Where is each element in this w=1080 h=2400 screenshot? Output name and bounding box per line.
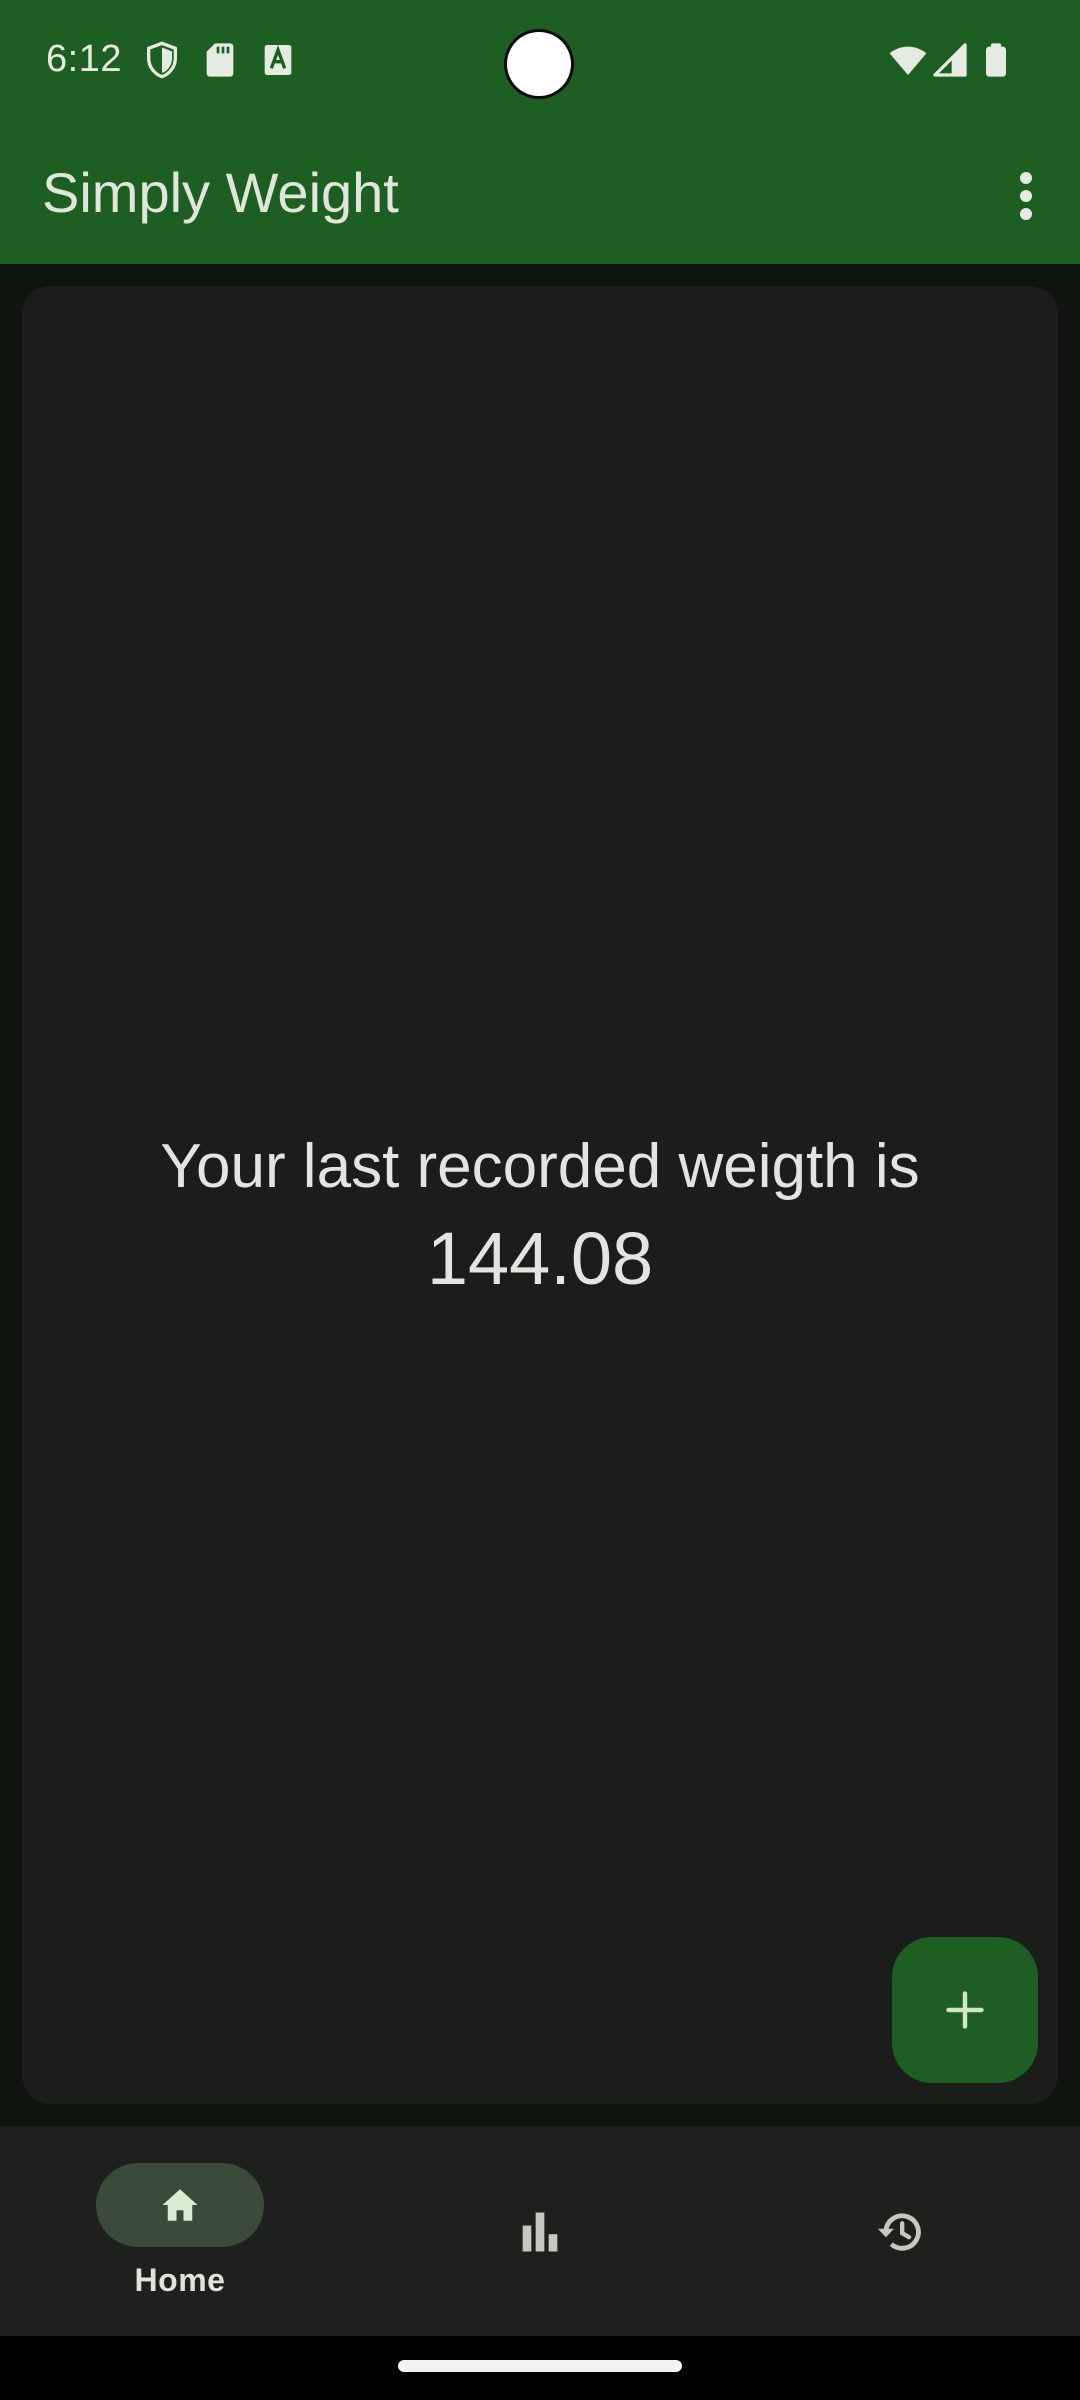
gesture-handle[interactable] [398, 2360, 682, 2372]
shield-icon [147, 41, 177, 79]
wifi-icon [889, 46, 927, 75]
gesture-navigation-area [0, 2336, 1080, 2400]
add-icon [946, 1991, 984, 2029]
more-vert-icon [1020, 172, 1032, 220]
bottom-navigation: Home [0, 2126, 1080, 2336]
signal-icon [933, 43, 967, 77]
battery-icon [986, 43, 1006, 77]
app-bar: Simply Weight [0, 124, 1080, 264]
last-weight-value: 144.08 [426, 1217, 654, 1300]
sd-card-icon [206, 43, 234, 77]
font-a-icon [264, 45, 292, 75]
screen: 6:12 Simply Weight Your last recorded we… [0, 0, 1080, 2400]
app-title: Simply Weight [42, 161, 399, 224]
main-content: Your last recorded weigth is 144.08 [0, 264, 1080, 2126]
add-weight-button[interactable] [892, 1937, 1038, 2083]
camera-cutout [507, 32, 571, 96]
overflow-menu-button[interactable] [990, 160, 1062, 232]
status-bar: 6:12 [0, 0, 1080, 124]
home-icon [162, 2189, 198, 2221]
nav-item-home[interactable]: Home [0, 2126, 360, 2336]
status-time: 6:12 [46, 38, 122, 80]
nav-item-history[interactable] [720, 2126, 1080, 2336]
last-weight-message: Your last recorded weigth is [160, 1132, 920, 1201]
nav-label-home: Home [134, 2262, 226, 2298]
history-icon [877, 2213, 921, 2251]
bar-chart-icon [522, 2212, 558, 2252]
weight-card: Your last recorded weigth is 144.08 [22, 286, 1058, 2104]
nav-item-chart[interactable] [360, 2126, 720, 2336]
